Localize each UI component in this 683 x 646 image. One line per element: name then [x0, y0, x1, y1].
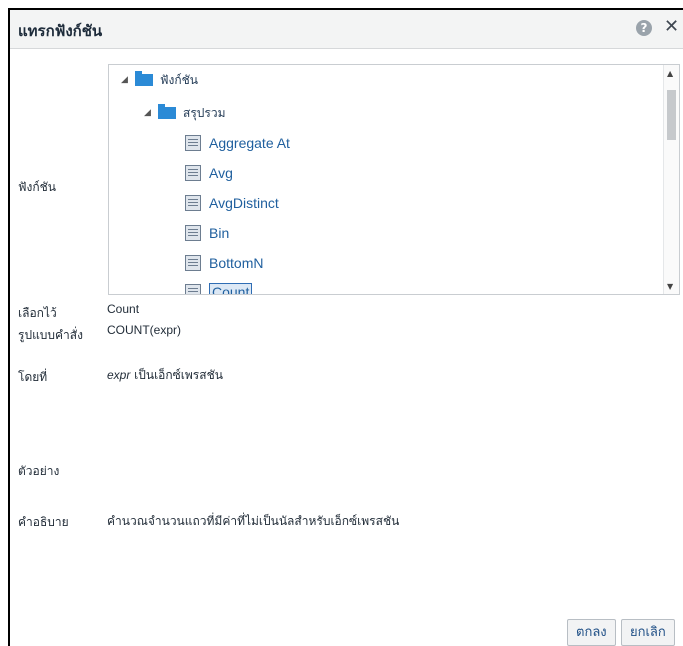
tree-item-label: Bin [209, 225, 230, 241]
selected-value: Count [107, 302, 140, 316]
syntax-value: COUNT(expr) [107, 323, 181, 337]
function-doc-icon [185, 255, 201, 271]
dialog-header: แทรกฟังก์ชัน ? ✕ [10, 10, 683, 49]
insert-function-dialog: แทรกฟังก์ชัน ? ✕ ฟังก์ชัน ◢ ฟังก์ชัน ◢ ส… [8, 8, 683, 646]
tree-item-avgdistinct[interactable]: AvgDistinct [185, 192, 279, 214]
dialog-title: แทรกฟังก์ชัน [18, 22, 103, 40]
tree-item-label: Avg [209, 165, 233, 181]
syntax-label: รูปแบบคำสั่ง [18, 328, 83, 342]
folder-icon [135, 71, 153, 86]
where-text: เป็นเอ็กซ์เพรสชัน [130, 368, 223, 382]
tree-item-label-selected: Count [209, 283, 253, 294]
example-label: ตัวอย่าง [18, 464, 60, 478]
tree-node-functions[interactable]: ◢ ฟังก์ชัน [121, 69, 198, 91]
folder-icon [158, 104, 176, 119]
selected-label: เลือกไว้ [18, 306, 57, 320]
cancel-button[interactable]: ยกเลิก [621, 619, 675, 646]
function-doc-icon [185, 165, 201, 181]
scroll-down-icon[interactable]: ▼ [667, 282, 673, 291]
function-tree[interactable]: ◢ ฟังก์ชัน ◢ สรุปรวม Aggregate At Avg Av… [108, 64, 680, 295]
close-icon[interactable]: ✕ [664, 17, 679, 37]
tree-item-label: AvgDistinct [209, 195, 279, 211]
scrollbar-thumb[interactable] [667, 90, 676, 140]
where-param: expr [107, 368, 131, 382]
tree-item-bottomn[interactable]: BottomN [185, 252, 263, 274]
tree-node-label: สรุปรวม [183, 105, 226, 120]
description-label: คำอธิบาย [18, 515, 69, 529]
function-doc-icon [185, 284, 201, 294]
help-icon[interactable]: ? [636, 20, 652, 36]
tree-item-bin[interactable]: Bin [185, 222, 229, 244]
tree-item-aggregate-at[interactable]: Aggregate At [185, 132, 290, 154]
tree-item-count[interactable]: Count [185, 281, 253, 294]
tree-node-label: ฟังก์ชัน [160, 72, 198, 87]
collapse-triangle-icon[interactable]: ◢ [144, 108, 158, 118]
function-label: ฟังก์ชัน [18, 180, 56, 194]
ok-button[interactable]: ตกลง [567, 619, 616, 646]
scroll-up-icon[interactable]: ▲ [667, 69, 673, 78]
tree-scrollbar[interactable]: ▲ ▼ [663, 65, 679, 294]
function-doc-icon [185, 135, 201, 151]
function-doc-icon [185, 195, 201, 211]
tree-node-aggregate-group[interactable]: ◢ สรุปรวม [144, 102, 225, 124]
collapse-triangle-icon[interactable]: ◢ [121, 75, 135, 85]
description-value: คำนวณจำนวนแถวที่มีค่าที่ไม่เป็นนัลสำหรับ… [107, 514, 400, 528]
function-doc-icon [185, 225, 201, 241]
tree-item-label: Aggregate At [209, 135, 290, 151]
where-value: expr เป็นเอ็กซ์เพรสชัน [107, 366, 223, 385]
tree-item-avg[interactable]: Avg [185, 162, 233, 184]
tree-item-label: BottomN [209, 255, 264, 271]
where-label: โดยที่ [18, 370, 48, 384]
